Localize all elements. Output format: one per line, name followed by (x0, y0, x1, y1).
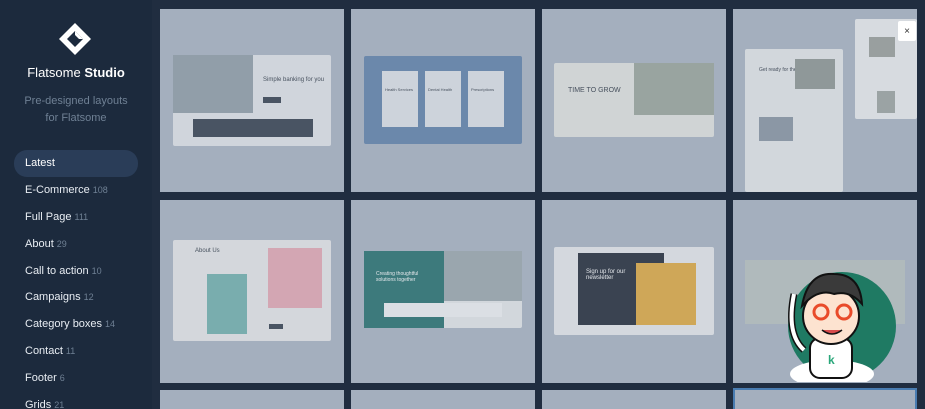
sidebar: Flatsome Studio Pre-designed layouts for… (0, 0, 152, 409)
layout-thumbnail[interactable]: Simple banking for you (160, 9, 344, 192)
nav-item-campaigns[interactable]: Campaigns 12 (14, 284, 138, 311)
layout-thumbnail-selected[interactable] (733, 388, 917, 409)
nav-item-category-boxes[interactable]: Category boxes 14 (14, 311, 138, 338)
layout-thumbnail[interactable]: TIME TO GROW (542, 9, 726, 192)
nav-item-about[interactable]: About 29 (14, 230, 138, 257)
svg-text:k: k (828, 353, 835, 367)
tagline: Pre-designed layouts for Flatsome (24, 95, 128, 124)
mascot-sticker: k (788, 272, 896, 382)
nav-item-call-to-action[interactable]: Call to action 10 (14, 257, 138, 284)
layout-thumbnail[interactable]: Creating thoughtful solutions together (351, 200, 535, 383)
nav-item-latest[interactable]: Latest (14, 150, 138, 177)
nav-item-contact[interactable]: Contact 11 (14, 338, 138, 365)
nav-item-grids[interactable]: Grids 21 (14, 391, 138, 409)
layout-thumbnail[interactable]: Health Services Dental Health Prescripti… (351, 9, 535, 192)
layout-thumbnail[interactable] (351, 390, 535, 409)
category-nav: Latest E-Commerce 108 Full Page 111 About 2… (14, 150, 138, 409)
layout-thumbnail[interactable]: Sign up for our newsletter (542, 200, 726, 383)
nav-item-e-commerce[interactable]: E-Commerce 108 (14, 177, 138, 204)
layout-thumbnail[interactable] (542, 390, 726, 409)
flatsome-logo-icon (59, 23, 91, 55)
close-button[interactable]: × (898, 21, 916, 41)
layout-thumbnail[interactable]: About Us (160, 200, 344, 383)
nav-item-footer[interactable]: Footer 6 (14, 364, 138, 391)
layout-thumbnail[interactable] (160, 390, 344, 409)
brand-name: Flatsome Studio (27, 65, 125, 80)
nav-item-full-page[interactable]: Full Page 111 (14, 204, 138, 231)
layout-thumbnail[interactable]: Get ready for the market (733, 9, 917, 192)
